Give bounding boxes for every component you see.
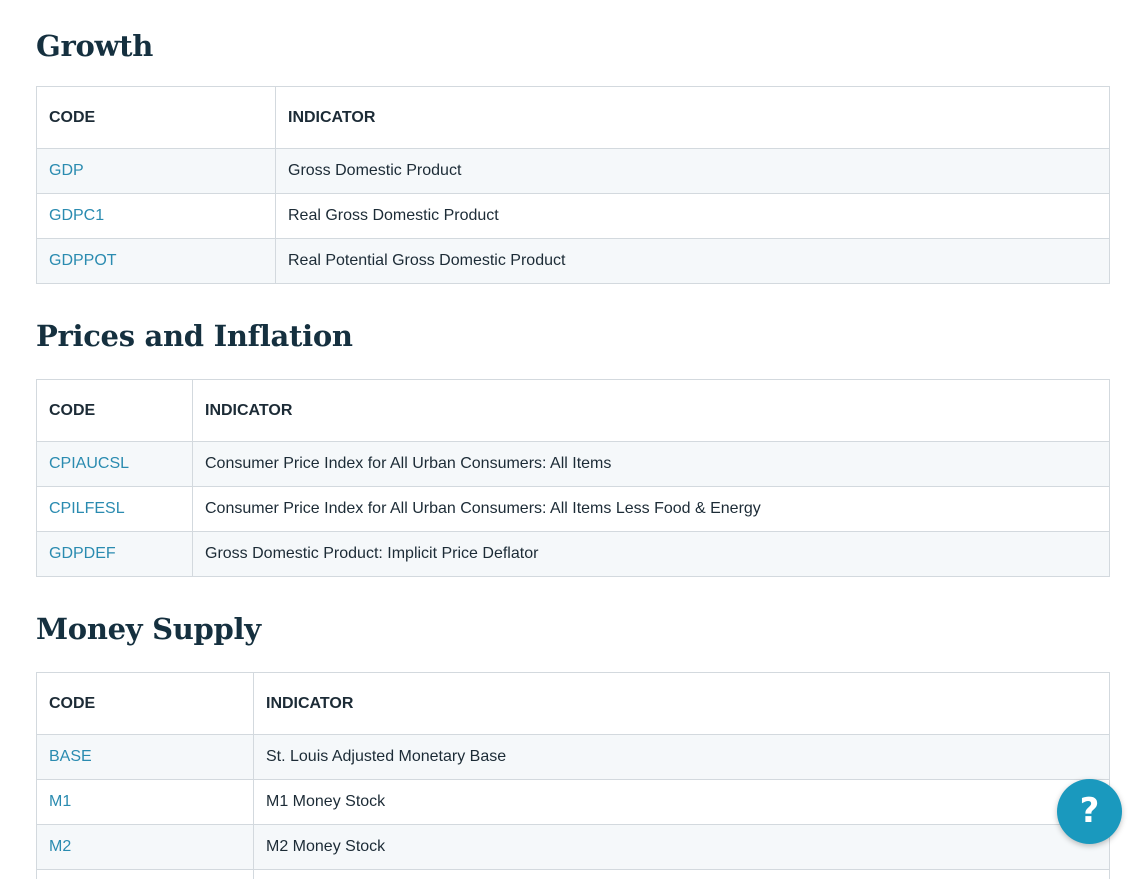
indicator-cell: Consumer Price Index for All Urban Consu… bbox=[192, 441, 1110, 487]
table-row bbox=[36, 869, 1110, 879]
main-content: Growth CODE INDICATOR GDP Gross Domestic… bbox=[36, 0, 1110, 879]
help-button[interactable]: ? bbox=[1057, 779, 1122, 844]
section-title-money-supply: Money Supply bbox=[36, 612, 261, 646]
code-cell bbox=[36, 869, 254, 879]
indicator-cell: Gross Domestic Product: Implicit Price D… bbox=[192, 531, 1110, 577]
code-cell: GDPC1 bbox=[36, 193, 276, 239]
table-header-row: CODE INDICATOR bbox=[36, 672, 1110, 735]
indicator-cell: Consumer Price Index for All Urban Consu… bbox=[192, 486, 1110, 532]
indicator-cell: St. Louis Adjusted Monetary Base bbox=[253, 734, 1110, 780]
series-link-gdpc1[interactable]: GDPC1 bbox=[49, 207, 104, 224]
table-row: GDP Gross Domestic Product bbox=[36, 148, 1110, 194]
indicator-cell: M2 Money Stock bbox=[253, 824, 1110, 870]
table-row: M2 M2 Money Stock bbox=[36, 824, 1110, 870]
code-cell: BASE bbox=[36, 734, 254, 780]
indicator-cell: M1 Money Stock bbox=[253, 779, 1110, 825]
column-header-indicator: INDICATOR bbox=[253, 672, 1110, 735]
table-row: GDPC1 Real Gross Domestic Product bbox=[36, 193, 1110, 239]
column-header-code: CODE bbox=[36, 672, 254, 735]
series-link-m1[interactable]: M1 bbox=[49, 793, 71, 810]
code-cell: CPILFESL bbox=[36, 486, 193, 532]
table-row: GDPPOT Real Potential Gross Domestic Pro… bbox=[36, 238, 1110, 284]
indicator-cell: Gross Domestic Product bbox=[275, 148, 1110, 194]
series-link-gdppot[interactable]: GDPPOT bbox=[49, 252, 117, 269]
code-cell: M1 bbox=[36, 779, 254, 825]
table-row: CPILFESL Consumer Price Index for All Ur… bbox=[36, 486, 1110, 532]
column-header-indicator: INDICATOR bbox=[275, 86, 1110, 149]
series-link-m2[interactable]: M2 bbox=[49, 838, 71, 855]
table-row: BASE St. Louis Adjusted Monetary Base bbox=[36, 734, 1110, 780]
code-cell: GDPDEF bbox=[36, 531, 193, 577]
series-link-cpilfesl[interactable]: CPILFESL bbox=[49, 500, 125, 517]
series-link-gdp[interactable]: GDP bbox=[49, 162, 84, 179]
column-header-code: CODE bbox=[36, 379, 193, 442]
code-cell: GDP bbox=[36, 148, 276, 194]
money-supply-table: CODE INDICATOR BASE St. Louis Adjusted M… bbox=[36, 672, 1110, 879]
section-title-prices-inflation: Prices and Inflation bbox=[36, 319, 353, 353]
code-cell: M2 bbox=[36, 824, 254, 870]
series-link-base[interactable]: BASE bbox=[49, 748, 92, 765]
indicator-cell bbox=[253, 869, 1110, 879]
column-header-indicator: INDICATOR bbox=[192, 379, 1110, 442]
table-row: CPIAUCSL Consumer Price Index for All Ur… bbox=[36, 441, 1110, 487]
table-row: M1 M1 Money Stock bbox=[36, 779, 1110, 825]
indicator-cell: Real Potential Gross Domestic Product bbox=[275, 238, 1110, 284]
section-title-growth: Growth bbox=[36, 29, 154, 63]
series-link-cpiaucsl[interactable]: CPIAUCSL bbox=[49, 455, 129, 472]
table-row: GDPDEF Gross Domestic Product: Implicit … bbox=[36, 531, 1110, 577]
question-mark-icon: ? bbox=[1079, 791, 1100, 831]
code-cell: GDPPOT bbox=[36, 238, 276, 284]
series-link-gdpdef[interactable]: GDPDEF bbox=[49, 545, 116, 562]
prices-inflation-table: CODE INDICATOR CPIAUCSL Consumer Price I… bbox=[36, 379, 1110, 577]
indicator-cell: Real Gross Domestic Product bbox=[275, 193, 1110, 239]
code-cell: CPIAUCSL bbox=[36, 441, 193, 487]
column-header-code: CODE bbox=[36, 86, 276, 149]
table-header-row: CODE INDICATOR bbox=[36, 379, 1110, 442]
growth-table: CODE INDICATOR GDP Gross Domestic Produc… bbox=[36, 86, 1110, 284]
table-header-row: CODE INDICATOR bbox=[36, 86, 1110, 149]
